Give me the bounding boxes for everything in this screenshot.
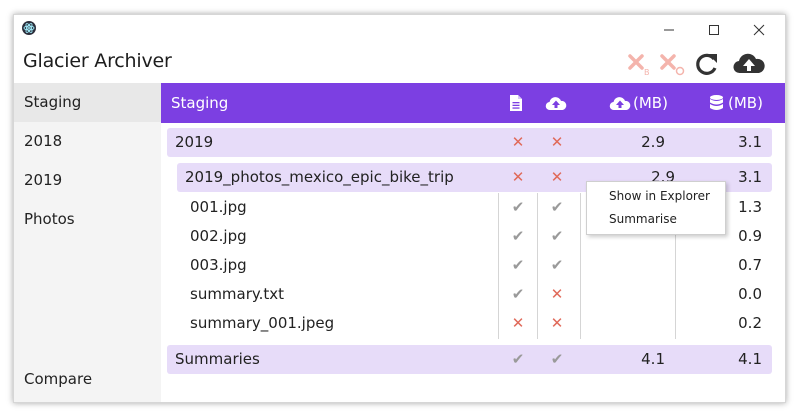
menu-item-show-in-explorer[interactable]: Show in Explorer <box>609 185 710 207</box>
header-title: Staging <box>171 94 229 112</box>
cloud-status-check-icon: ✔ <box>550 350 564 368</box>
row-name: summary.txt <box>190 285 285 303</box>
sidebar-item-2018[interactable]: 2018 <box>14 122 161 161</box>
maximize-button[interactable] <box>692 15 736 45</box>
upload-mb-value: 4.1 <box>641 350 665 368</box>
svg-text:B: B <box>644 68 650 77</box>
cloud-status-check-icon: ✔ <box>550 227 564 245</box>
app-window: Glacier Archiver B Staging 2018 2019 Pho… <box>13 14 786 403</box>
app-title: Glacier Archiver <box>23 50 172 72</box>
disk-mb-value: 0.9 <box>738 227 762 245</box>
delete-backup-icon[interactable]: B <box>627 51 653 77</box>
upload-mb-value: 2.9 <box>641 133 665 151</box>
refresh-icon[interactable] <box>694 51 720 77</box>
cloud-status-cross-icon: ✕ <box>550 168 564 186</box>
group-row-2019[interactable]: 2019 ✕ ✕ 2.9 3.1 <box>167 128 772 157</box>
row-name: 003.jpg <box>190 256 247 274</box>
cloud-status-check-icon: ✔ <box>550 198 564 216</box>
disk-mb-value: 1.3 <box>738 198 762 216</box>
sidebar-item-compare[interactable]: Compare <box>14 360 161 399</box>
doc-status-check-icon: ✔ <box>511 198 525 216</box>
cloud-upload-icon[interactable] <box>732 51 766 77</box>
maximize-icon <box>709 25 719 35</box>
file-row[interactable]: summary_001.jpeg ✕ ✕ 0.2 <box>177 309 772 338</box>
cloud-status-cross-icon: ✕ <box>550 133 564 151</box>
disk-mb-value: 3.1 <box>738 133 762 151</box>
close-button[interactable] <box>737 15 781 45</box>
row-name: 2019_photos_mexico_epic_bike_trip <box>185 168 454 186</box>
database-icon <box>710 95 723 110</box>
menu-item-summarise[interactable]: Summarise <box>609 208 677 230</box>
table-header: Staging (MB) (MB) <box>161 83 785 123</box>
cloud-upload-column-icon[interactable] <box>545 96 567 111</box>
sidebar: Staging 2018 2019 Photos Compare <box>14 83 161 402</box>
sidebar-item-photos[interactable]: Photos <box>14 200 161 239</box>
minimize-icon <box>664 29 674 31</box>
context-menu: Show in Explorer Summarise <box>586 181 726 235</box>
doc-status-cross-icon: ✕ <box>511 314 525 332</box>
file-row[interactable]: 003.jpg ✔ ✔ 0.7 <box>177 251 772 280</box>
disk-mb-value: 4.1 <box>738 350 762 368</box>
cloud-upload-size-icon <box>609 97 631 111</box>
cloud-status-cross-icon: ✕ <box>550 314 564 332</box>
disk-mb-value: 3.1 <box>738 168 762 186</box>
delete-archive-icon[interactable] <box>659 51 685 77</box>
group-row-summaries[interactable]: Summaries ✔ ✔ 4.1 4.1 <box>167 345 772 374</box>
doc-status-check-icon: ✔ <box>511 227 525 245</box>
disk-mb-value: 0.7 <box>738 256 762 274</box>
close-icon <box>753 24 765 36</box>
file-row[interactable]: summary.txt ✔ ✕ 0.0 <box>177 280 772 309</box>
row-name: Summaries <box>175 350 260 368</box>
row-name: 001.jpg <box>190 198 247 216</box>
doc-status-check-icon: ✔ <box>511 285 525 303</box>
cloud-status-check-icon: ✔ <box>550 256 564 274</box>
disk-mb-value: 0.0 <box>738 285 762 303</box>
header-disk-mb[interactable]: (MB) <box>728 83 763 123</box>
sidebar-item-2019[interactable]: 2019 <box>14 161 161 200</box>
doc-status-cross-icon: ✕ <box>511 133 525 151</box>
minimize-button[interactable] <box>647 15 691 45</box>
row-name: summary_001.jpeg <box>190 314 335 332</box>
document-icon[interactable] <box>510 95 522 111</box>
row-name: 002.jpg <box>190 227 247 245</box>
doc-status-check-icon: ✔ <box>511 350 525 368</box>
header-upload-mb[interactable]: (MB) <box>633 83 668 123</box>
electron-app-icon <box>22 21 36 35</box>
cloud-status-cross-icon: ✕ <box>550 285 564 303</box>
doc-status-cross-icon: ✕ <box>511 168 525 186</box>
sidebar-item-staging[interactable]: Staging <box>14 83 161 122</box>
doc-status-check-icon: ✔ <box>511 256 525 274</box>
disk-mb-value: 0.2 <box>738 314 762 332</box>
row-name: 2019 <box>175 133 214 151</box>
